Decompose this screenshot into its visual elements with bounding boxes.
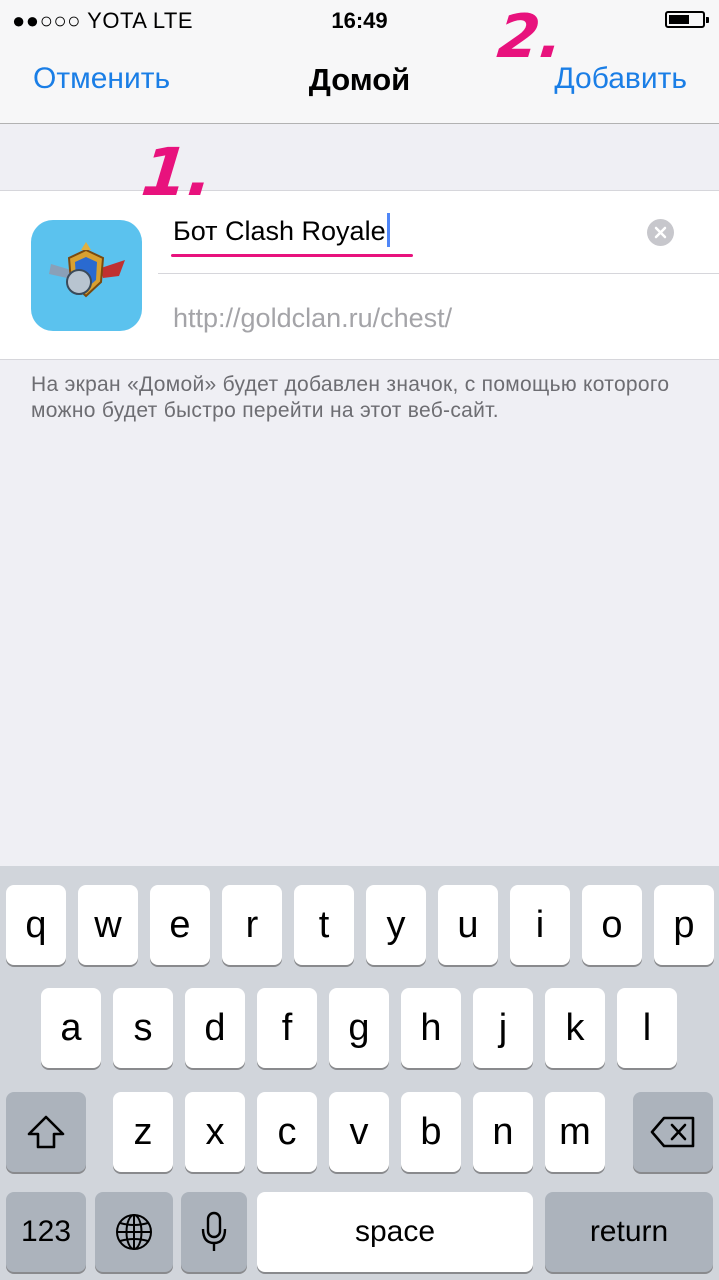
annotation-step-2: 2.	[494, 2, 567, 72]
key-b[interactable]: b	[401, 1092, 461, 1172]
keyboard: q w e r t y u i o p a s d f g h j k l z …	[0, 866, 719, 1280]
key-a[interactable]: a	[41, 988, 101, 1068]
key-w[interactable]: w	[78, 885, 138, 965]
delete-key[interactable]	[633, 1092, 713, 1172]
key-u[interactable]: u	[438, 885, 498, 965]
shift-icon	[27, 1115, 65, 1149]
key-c[interactable]: c	[257, 1092, 317, 1172]
key-l[interactable]: l	[617, 988, 677, 1068]
backspace-icon	[650, 1116, 695, 1148]
key-y[interactable]: y	[366, 885, 426, 965]
url-field: http://goldclan.ru/chest/	[173, 303, 453, 333]
add-to-home-card: Бот Clash Royale http://goldclan.ru/ches…	[0, 190, 719, 360]
key-x[interactable]: x	[185, 1092, 245, 1172]
key-g[interactable]: g	[329, 988, 389, 1068]
key-p[interactable]: p	[654, 885, 714, 965]
status-bar: ●●○○○ YOTA LTE 16:49	[0, 0, 719, 40]
navigation-bar: Отменить Домой Добавить	[0, 40, 719, 124]
globe-key[interactable]	[95, 1192, 173, 1272]
key-t[interactable]: t	[294, 885, 354, 965]
shift-key[interactable]	[6, 1092, 86, 1172]
return-key[interactable]: return	[545, 1192, 713, 1272]
key-n[interactable]: n	[473, 1092, 533, 1172]
key-k[interactable]: k	[545, 988, 605, 1068]
name-input-value: Бот Clash Royale	[173, 216, 386, 246]
key-h[interactable]: h	[401, 988, 461, 1068]
annotation-step-1: 1.	[137, 134, 218, 211]
field-divider	[158, 273, 719, 274]
key-m[interactable]: m	[545, 1092, 605, 1172]
footnote-text: На экран «Домой» будет добавлен значок, …	[31, 373, 670, 422]
name-input[interactable]: Бот Clash Royale	[173, 213, 390, 247]
globe-icon	[116, 1214, 152, 1250]
numbers-key[interactable]: 123	[6, 1192, 86, 1272]
key-j[interactable]: j	[473, 988, 533, 1068]
add-button[interactable]: Добавить	[554, 62, 687, 96]
key-f[interactable]: f	[257, 988, 317, 1068]
clock: 16:49	[331, 8, 388, 33]
clash-royale-app-icon	[31, 220, 142, 331]
key-v[interactable]: v	[329, 1092, 389, 1172]
space-key[interactable]: space	[257, 1192, 533, 1272]
microphone-icon	[201, 1211, 227, 1251]
annotation-underline	[171, 254, 413, 257]
key-e[interactable]: e	[150, 885, 210, 965]
close-icon	[654, 226, 667, 239]
cancel-button[interactable]: Отменить	[33, 62, 170, 96]
key-z[interactable]: z	[113, 1092, 173, 1172]
key-r[interactable]: r	[222, 885, 282, 965]
key-q[interactable]: q	[6, 885, 66, 965]
battery-icon	[665, 11, 709, 28]
dictation-key[interactable]	[181, 1192, 247, 1272]
key-i[interactable]: i	[510, 885, 570, 965]
key-o[interactable]: o	[582, 885, 642, 965]
key-s[interactable]: s	[113, 988, 173, 1068]
clear-text-button[interactable]	[647, 219, 674, 246]
text-cursor	[386, 213, 390, 247]
key-d[interactable]: d	[185, 988, 245, 1068]
